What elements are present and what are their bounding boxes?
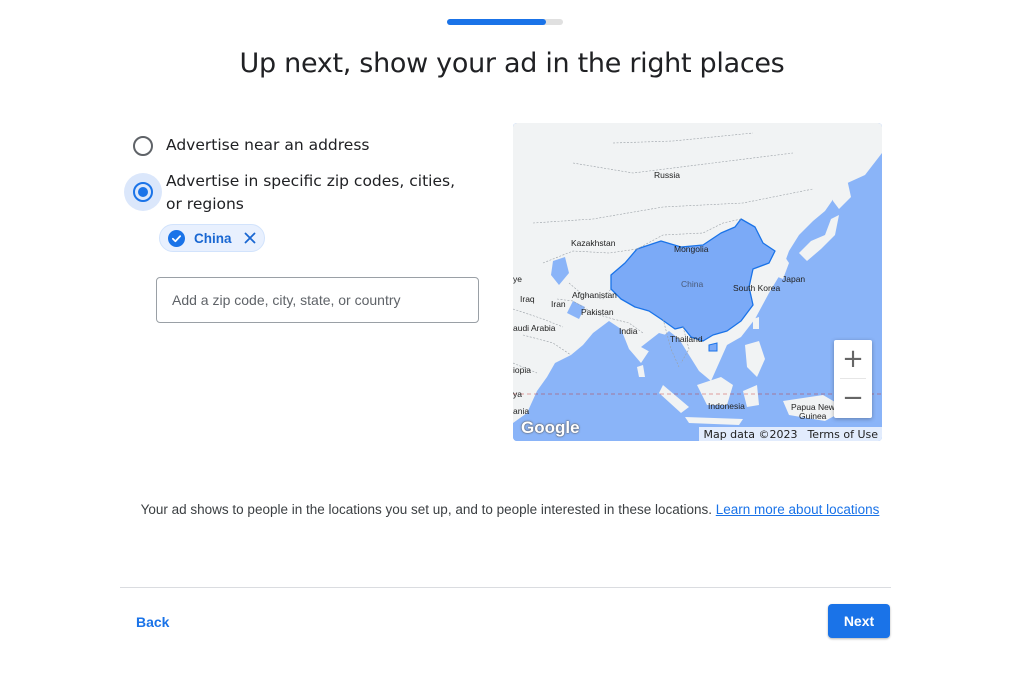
progress-bar-fill: [447, 19, 546, 25]
close-icon[interactable]: [242, 230, 258, 246]
radio-option-specific-locations[interactable]: Advertise in specific zip codes, cities,…: [124, 172, 466, 216]
radio-button-specific-locations[interactable]: [124, 173, 162, 211]
location-chip-label: China: [194, 230, 232, 246]
location-chip-china[interactable]: China: [159, 224, 265, 252]
info-text: Your ad shows to people in the locations…: [140, 500, 880, 520]
map-label-india: India: [619, 326, 638, 336]
back-button[interactable]: Back: [124, 605, 181, 639]
map-zoom-controls: + −: [834, 340, 872, 418]
location-map[interactable]: Russia Kazakhstan Mongolia Japan South K…: [513, 123, 882, 441]
map-label-iraq: Iraq: [520, 294, 535, 304]
radio-selected-icon: [133, 182, 153, 202]
map-label-iran: Iran: [551, 299, 566, 309]
google-logo: Google: [521, 418, 580, 437]
radio-label-specific-locations: Advertise in specific zip codes, cities,…: [166, 172, 455, 213]
page-title: Up next, show your ad in the right place…: [239, 48, 785, 79]
map-label-saudi-arabia: audi Arabia: [513, 323, 556, 333]
map-label-tanzania: ania: [513, 406, 529, 416]
learn-more-locations-link[interactable]: Learn more about locations: [716, 502, 880, 517]
next-button[interactable]: Next: [828, 604, 890, 638]
map-label-thailand: Thailand: [670, 334, 703, 344]
location-search-input[interactable]: [156, 277, 479, 323]
map-label-kazakhstan: Kazakhstan: [571, 238, 616, 248]
map-label-papua-line2: Guinea: [799, 411, 827, 421]
terms-of-use-link[interactable]: Terms of Use: [807, 428, 878, 441]
map-label-south-korea: South Korea: [733, 283, 781, 293]
info-description: Your ad shows to people in the locations…: [140, 502, 712, 517]
radio-label-near-address: Advertise near an address: [166, 136, 370, 154]
map-canvas: Russia Kazakhstan Mongolia Japan South K…: [513, 123, 882, 441]
map-label-ethiopia: iopia: [513, 365, 531, 375]
map-label-japan: Japan: [782, 274, 805, 284]
radio-circle-icon: [133, 136, 153, 156]
radio-option-near-address[interactable]: Advertise near an address: [124, 127, 369, 165]
radio-button-near-address[interactable]: [124, 127, 162, 165]
map-data-credit: Map data ©2023: [703, 427, 798, 441]
map-label-kenya: ya: [513, 389, 522, 399]
zoom-in-button[interactable]: +: [834, 340, 872, 378]
zoom-out-button[interactable]: −: [834, 379, 872, 417]
check-circle-icon: [168, 229, 185, 247]
footer-divider: [120, 587, 891, 588]
map-label-pakistan: Pakistan: [581, 307, 614, 317]
map-label-mongolia: Mongolia: [674, 244, 709, 254]
map-label-indonesia: Indonesia: [708, 401, 745, 411]
map-label-russia: Russia: [654, 170, 680, 180]
map-label-afghanistan: Afghanistan: [572, 290, 617, 300]
progress-bar: [447, 19, 563, 25]
map-attribution: Map data ©2023 Terms of Use: [699, 427, 882, 441]
map-label-ye: ye: [513, 274, 522, 284]
map-label-china: China: [681, 279, 703, 289]
